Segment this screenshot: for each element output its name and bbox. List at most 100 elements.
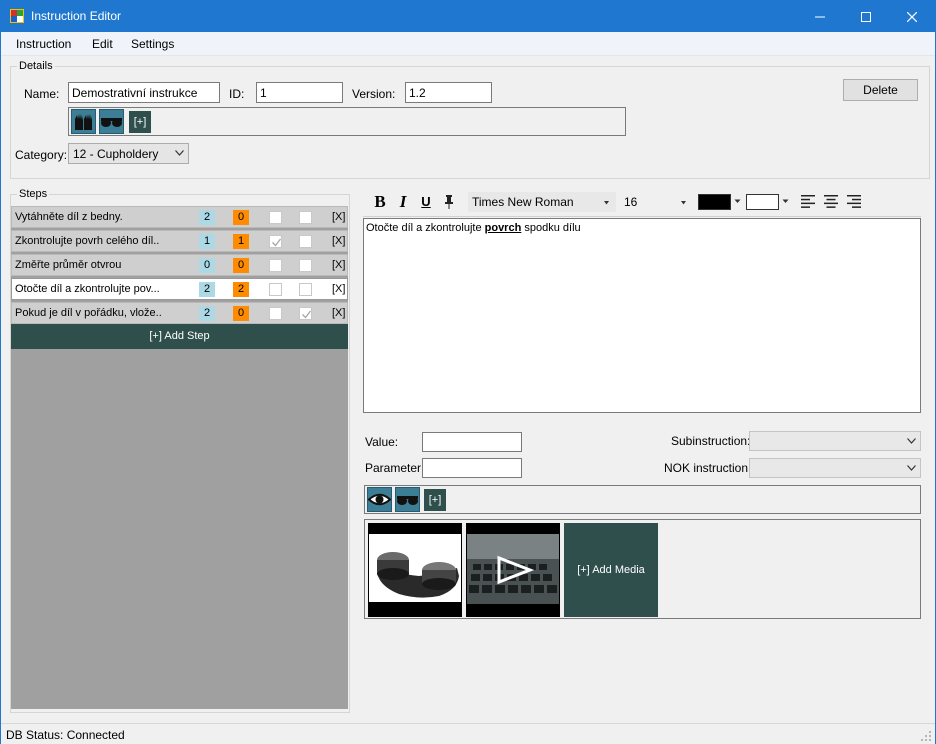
parameter-label: Parameter: xyxy=(365,461,425,475)
safety-glasses-icon[interactable] xyxy=(395,487,420,512)
menu-bar: Instruction Edit Settings xyxy=(1,32,935,56)
caret-down-icon xyxy=(681,201,686,205)
cupholder-image xyxy=(369,524,461,616)
category-label: Category: xyxy=(15,148,68,162)
parameter-input[interactable] xyxy=(422,458,522,478)
align-left-button[interactable] xyxy=(800,193,816,210)
align-center-icon xyxy=(824,195,838,208)
step-row[interactable]: Vytáhněte díl z bedny. 2 0 [X] xyxy=(11,206,348,228)
font-size-select[interactable]: 16 xyxy=(620,192,693,212)
align-left-icon xyxy=(801,195,815,208)
minimize-icon xyxy=(815,16,825,17)
underline-button[interactable]: U xyxy=(418,193,434,210)
status-bar: DB Status: Connected xyxy=(1,723,935,744)
step-count-orange: 0 xyxy=(233,306,249,321)
pin-button[interactable] xyxy=(441,193,457,210)
font-name-select[interactable]: Times New Roman xyxy=(468,192,616,212)
safety-glasses-icon[interactable] xyxy=(99,109,124,134)
subinstruction-select[interactable] xyxy=(749,431,921,451)
align-right-button[interactable] xyxy=(846,193,862,210)
instruction-tags-panel: [+] xyxy=(68,107,626,136)
align-center-button[interactable] xyxy=(823,193,839,210)
step-count-orange: 0 xyxy=(233,258,249,273)
step-delete-button[interactable]: [X] xyxy=(332,307,345,319)
version-label: Version: xyxy=(352,87,396,101)
value-label: Value: xyxy=(365,435,399,449)
delete-button[interactable]: Delete xyxy=(843,79,918,101)
step-text: Změřte průměr otvrou xyxy=(15,259,122,271)
pin-icon xyxy=(445,194,453,209)
media-panel: [+] Add Media xyxy=(364,519,921,619)
resize-grip-icon[interactable] xyxy=(921,731,932,742)
editor-text-bold: povrch xyxy=(484,222,522,234)
caret-down-icon[interactable] xyxy=(734,199,741,204)
font-size-value: 16 xyxy=(624,195,638,209)
step-checkbox-2[interactable] xyxy=(299,235,312,248)
gloves-icon[interactable] xyxy=(71,109,96,134)
step-count-orange: 2 xyxy=(233,282,249,297)
back-color-swatch xyxy=(747,195,778,209)
font-name-value: Times New Roman xyxy=(472,195,574,209)
step-checkbox-2[interactable] xyxy=(299,211,312,224)
category-select[interactable]: 12 - Cupholdery xyxy=(68,143,189,164)
step-checkbox-1[interactable] xyxy=(269,211,282,224)
value-input[interactable] xyxy=(422,432,522,452)
step-row[interactable]: Změřte průměr otvrou 0 0 [X] xyxy=(11,254,348,276)
media-image-thumbnail[interactable] xyxy=(368,523,462,617)
subinstruction-label: Subinstruction: xyxy=(671,434,751,448)
id-input[interactable]: 1 xyxy=(256,82,343,103)
menu-settings[interactable]: Settings xyxy=(131,37,174,51)
step-checkbox-1[interactable] xyxy=(269,307,282,320)
window-title: Instruction Editor xyxy=(31,9,122,23)
db-status: DB Status: Connected xyxy=(6,728,125,742)
italic-icon: I xyxy=(399,191,407,211)
step-checkbox-1[interactable] xyxy=(269,283,282,296)
step-delete-button[interactable]: [X] xyxy=(332,283,345,295)
title-bar[interactable]: Instruction Editor xyxy=(1,1,935,32)
italic-button[interactable]: I xyxy=(395,191,411,211)
step-row[interactable]: Otočte díl a zkontrolujte pov... 2 2 [X] xyxy=(11,278,348,300)
menu-instruction[interactable]: Instruction xyxy=(16,37,71,51)
step-text: Vytáhněte díl z bedny. xyxy=(15,211,123,223)
add-media-button[interactable]: [+] Add Media xyxy=(564,523,658,617)
step-count-blue: 0 xyxy=(199,258,215,273)
version-input[interactable]: 1.2 xyxy=(405,82,492,103)
step-text: Pokud je díl v pořádku, vlože.. xyxy=(15,307,162,319)
step-count-blue: 2 xyxy=(199,210,215,225)
add-step-tag-button[interactable]: [+] xyxy=(424,489,446,511)
step-checkbox-1[interactable] xyxy=(269,259,282,272)
step-delete-button[interactable]: [X] xyxy=(332,259,345,271)
minimize-button[interactable] xyxy=(797,1,843,32)
step-checkbox-2[interactable] xyxy=(299,259,312,272)
close-button[interactable] xyxy=(889,1,935,32)
eye-icon[interactable] xyxy=(367,487,392,512)
nok-instruction-select[interactable] xyxy=(749,458,921,478)
bold-button[interactable]: B xyxy=(372,192,388,211)
step-delete-button[interactable]: [X] xyxy=(332,211,345,223)
add-step-button[interactable]: [+] Add Step xyxy=(11,324,348,349)
step-text: Zkontrolujte povrh celého díl.. xyxy=(15,235,160,247)
menu-edit[interactable]: Edit xyxy=(92,37,113,51)
fore-color-button[interactable] xyxy=(698,194,731,210)
step-checkbox-2[interactable] xyxy=(299,283,312,296)
back-color-button[interactable] xyxy=(746,194,779,210)
step-text-editor[interactable]: Otočte díl a zkontrolujte povrch spodku … xyxy=(363,218,921,413)
step-count-orange: 1 xyxy=(233,234,249,249)
maximize-button[interactable] xyxy=(843,1,889,32)
media-video-thumbnail[interactable] xyxy=(466,523,560,617)
step-tags-panel: [+] xyxy=(364,485,921,514)
editor-text-before: Otočte díl a zkontrolujte xyxy=(366,222,485,234)
step-checkbox-2[interactable] xyxy=(299,307,312,320)
step-checkbox-1[interactable] xyxy=(269,235,282,248)
step-delete-button[interactable]: [X] xyxy=(332,235,345,247)
step-row[interactable]: Pokud je díl v pořádku, vlože.. 2 0 [X] xyxy=(11,302,348,324)
step-row[interactable]: Zkontrolujte povrh celého díl.. 1 1 [X] xyxy=(11,230,348,252)
chevron-down-icon xyxy=(907,465,916,471)
video-preview xyxy=(467,534,559,604)
steps-list: Vytáhněte díl z bedny. 2 0 [X] Zkontrolujte … xyxy=(11,206,348,709)
caret-down-icon[interactable] xyxy=(782,199,789,204)
name-input[interactable]: Demostrativní instrukce xyxy=(68,82,220,103)
chevron-down-icon xyxy=(175,150,184,156)
add-instruction-tag-button[interactable]: [+] xyxy=(129,111,151,133)
details-legend: Details xyxy=(17,59,55,73)
